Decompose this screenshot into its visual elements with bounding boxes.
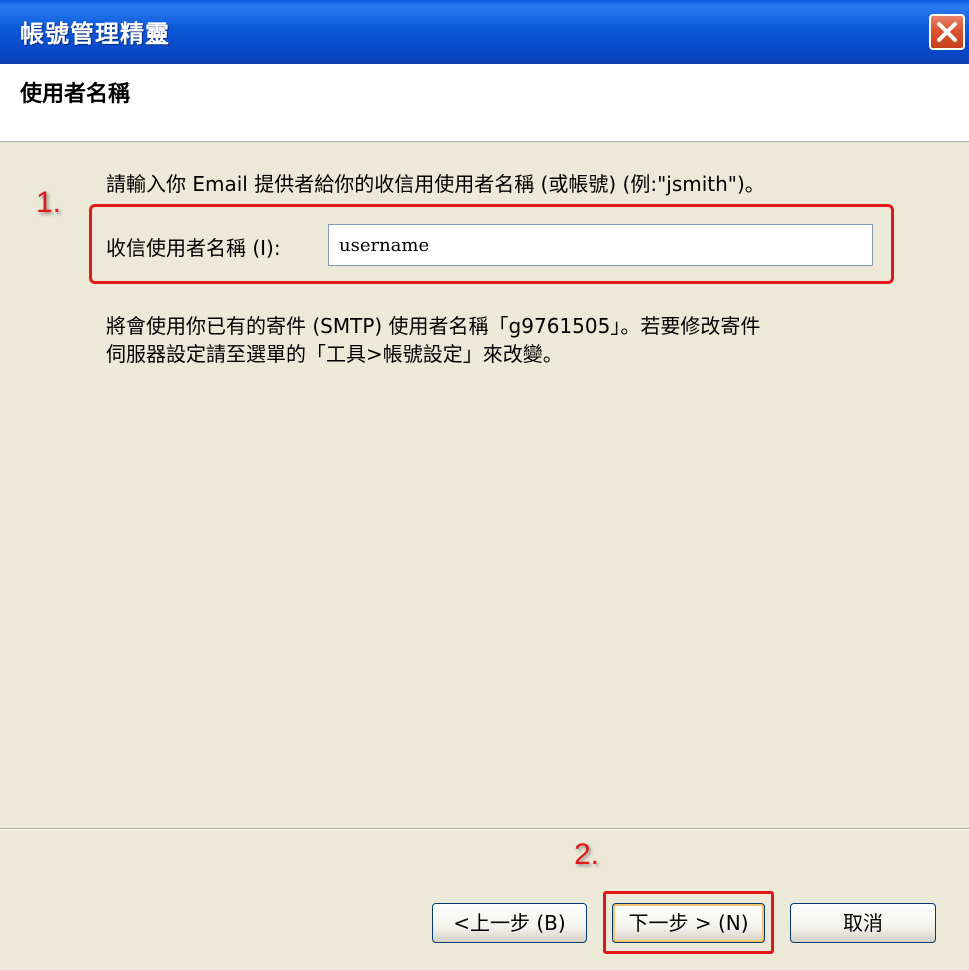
window-title: 帳號管理精靈 [20,20,170,48]
cancel-button[interactable]: 取消 [790,903,936,943]
page-title: 使用者名稱 [20,82,131,107]
instruction-text: 請輸入你 Email 提供者給你的收信用使用者名稱 (或帳號) (例:"jsmi… [106,172,765,196]
account-wizard-window: 帳號管理精靈 使用者名稱 請輸入你 Email 提供者給你的收信用使用者名稱 (… [0,0,969,970]
back-button[interactable]: <上一步 (B) [432,903,587,943]
highlight-box-next [603,891,774,954]
smtp-note: 將會使用你已有的寄件 (SMTP) 使用者名稱「g9761505」。若要修改寄件… [106,312,906,368]
smtp-note-line-1: 將會使用你已有的寄件 (SMTP) 使用者名稱「g9761505」。若要修改寄件 [106,314,761,338]
wizard-header: 使用者名稱 [0,64,969,142]
close-icon [937,22,957,42]
username-label: 收信使用者名稱 (I): [106,236,281,260]
annotation-step-1: 1. [36,186,62,219]
username-input[interactable] [328,224,873,266]
wizard-content: 請輸入你 Email 提供者給你的收信用使用者名稱 (或帳號) (例:"jsmi… [0,142,969,828]
annotation-step-2: 2. [574,838,600,871]
footer-divider [0,828,969,830]
smtp-note-line-2: 伺服器設定請至選單的「工具>帳號設定」來改變。 [106,342,563,366]
title-bar: 帳號管理精靈 [0,0,969,64]
close-button[interactable] [929,14,965,50]
